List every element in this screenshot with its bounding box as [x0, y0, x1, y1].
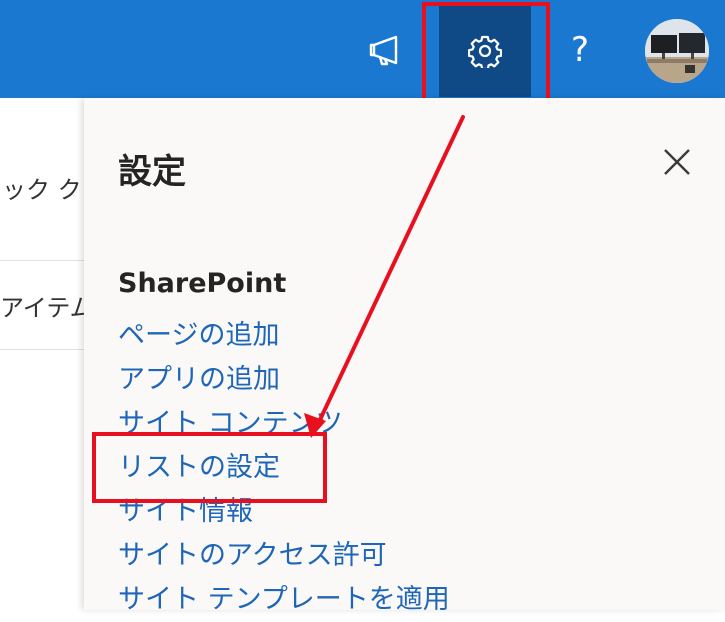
divider	[0, 349, 90, 350]
menu-item-add-app[interactable]: アプリの追加	[118, 358, 450, 402]
menu-item-site-contents[interactable]: サイト コンテンツ	[118, 402, 450, 446]
menu-item-list-settings[interactable]: リストの設定	[118, 446, 450, 490]
suite-header	[0, 0, 725, 98]
panel-title: 設定	[118, 152, 186, 192]
divider	[0, 260, 90, 261]
help-icon: ?	[570, 30, 590, 70]
settings-menu: ページの追加 アプリの追加 サイト コンテンツ リストの設定 サイト情報 サイト…	[118, 314, 450, 622]
settings-button[interactable]	[439, 6, 531, 97]
megaphone-icon	[369, 35, 398, 66]
gear-icon	[468, 35, 502, 68]
section-title-sharepoint: SharePoint	[118, 268, 287, 299]
close-button[interactable]	[661, 146, 693, 178]
background-page-text: ック ク	[2, 176, 82, 204]
announcements-button[interactable]	[366, 28, 410, 72]
menu-item-apply-site-template[interactable]: サイト テンプレートを適用	[118, 578, 450, 622]
menu-item-site-permissions[interactable]: サイトのアクセス許可	[118, 534, 450, 578]
menu-item-site-information[interactable]: サイト情報	[118, 490, 450, 534]
avatar-photo	[645, 19, 709, 83]
close-icon	[664, 149, 690, 175]
background-page-text: アイテム	[0, 294, 94, 322]
menu-item-add-page[interactable]: ページの追加	[118, 314, 450, 358]
avatar[interactable]	[645, 19, 709, 83]
help-button[interactable]: ?	[566, 28, 594, 72]
